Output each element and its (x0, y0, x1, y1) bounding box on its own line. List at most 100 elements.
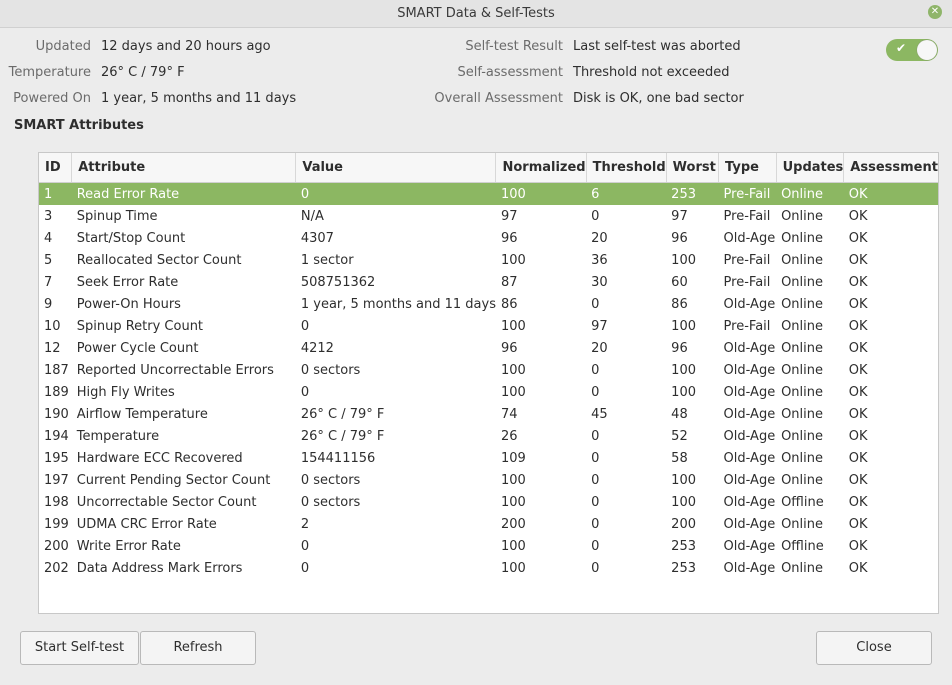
cell-id: 7 (44, 274, 53, 290)
close-window-icon[interactable]: ✕ (928, 5, 942, 19)
cell-attribute: Seek Error Rate (76, 274, 179, 290)
column-header-threshold[interactable]: Threshold (586, 153, 667, 183)
self-test-result-label: Self-test Result (465, 39, 563, 54)
cell-assessment: OK (848, 384, 868, 400)
cell-assessment: OK (848, 362, 868, 378)
smart-enabled-toggle[interactable]: ✔ (886, 39, 938, 61)
column-header-value[interactable]: Value (295, 153, 497, 183)
cell-type: Old-Age (723, 340, 776, 356)
cell-updates: Online (781, 472, 824, 488)
table-row[interactable]: 194 Temperature 26° C / 79° F 26 0 52 Old-Age O… (39, 425, 938, 447)
cell-worst: 100 (671, 494, 696, 510)
cell-worst: 48 (671, 406, 688, 422)
column-header-normalized[interactable]: Normalized (495, 153, 587, 183)
cell-attribute: Start/Stop Count (76, 230, 186, 246)
table-row[interactable]: 4 Start/Stop Count 4307 96 20 96 Old-Age Online… (39, 227, 938, 249)
cell-normalized: 96 (500, 340, 518, 356)
column-header-id[interactable]: ID (39, 153, 73, 183)
table-row[interactable]: 197 Current Pending Sector Count 0 sectors… (39, 469, 938, 491)
cell-assessment: OK (848, 406, 868, 422)
table-row[interactable]: 12 Power Cycle Count 4212 96 20 96 Old-Age Onli… (39, 337, 938, 359)
updated-label: Updated (35, 39, 91, 54)
table-row[interactable]: 10 Spinup Retry Count 0 100 97 100 Pre-Fail Onl… (39, 315, 938, 337)
check-icon: ✔ (896, 41, 907, 55)
cell-threshold: 30 (591, 274, 608, 290)
table-row[interactable]: 1 Read Error Rate 0 100 6 253 Pre-Fail Online OK (39, 182, 938, 205)
cell-normalized: 86 (500, 296, 518, 312)
smart-attributes-table[interactable]: ID Attribute Value Normalized Threshold … (38, 152, 939, 614)
powered-on-label: Powered On (13, 91, 91, 106)
cell-type: Old-Age (723, 450, 776, 466)
table-row[interactable]: 187 Reported Uncorrectable Errors 0 sector… (39, 359, 938, 381)
table-row[interactable]: 202 Data Address Mark Errors 0 100 0 253 Old-A… (39, 557, 938, 579)
cell-value: N/A (300, 208, 324, 224)
cell-id: 187 (44, 362, 69, 378)
cell-id: 195 (44, 450, 69, 466)
cell-normalized: 100 (500, 472, 526, 488)
cell-updates: Online (781, 362, 824, 378)
column-header-attribute[interactable]: Attribute (71, 153, 297, 183)
cell-value: 1 sector (300, 252, 354, 268)
cell-updates: Online (781, 252, 824, 268)
cell-threshold: 97 (591, 318, 608, 334)
cell-normalized: 100 (500, 362, 526, 378)
cell-id: 200 (44, 538, 69, 554)
cell-type: Old-Age (723, 406, 776, 422)
cell-id: 189 (44, 384, 69, 400)
table-row[interactable]: 5 Reallocated Sector Count 1 sector 100 36 10… (39, 249, 938, 271)
refresh-button[interactable]: Refresh (140, 631, 256, 665)
column-header-assessment[interactable]: Assessment (843, 153, 938, 183)
table-row[interactable]: 199 UDMA CRC Error Rate 2 200 0 200 Old-Age Onl… (39, 513, 938, 535)
column-header-type[interactable]: Type (718, 153, 777, 183)
cell-assessment: OK (848, 318, 868, 334)
table-row[interactable]: 3 Spinup Time N/A 97 0 97 Pre-Fail Online OK (39, 205, 938, 227)
table-row[interactable]: 9 Power-On Hours 1 year, 5 months and 11 d… (39, 293, 938, 315)
cell-attribute: Uncorrectable Sector Count (76, 494, 257, 510)
cell-value: 0 sectors (300, 362, 361, 378)
cell-attribute: Spinup Retry Count (76, 318, 204, 334)
cell-value: 0 (300, 318, 310, 334)
cell-normalized: 200 (500, 516, 526, 532)
cell-threshold: 0 (591, 208, 600, 224)
table-row[interactable]: 7 Seek Error Rate 508751362 87 30 60 Pre-Fail O… (39, 271, 938, 293)
cell-type: Old-Age (723, 230, 776, 246)
close-button[interactable]: Close (816, 631, 932, 665)
cell-type: Pre-Fail (723, 252, 771, 268)
column-header-worst[interactable]: Worst (666, 153, 720, 183)
cell-updates: Online (781, 340, 824, 356)
cell-threshold: 0 (591, 472, 600, 488)
self-test-result-value: Last self-test was aborted (573, 39, 741, 54)
cell-id: 199 (44, 516, 69, 532)
cell-type: Old-Age (723, 538, 776, 554)
cell-assessment: OK (848, 472, 868, 488)
cell-worst: 86 (671, 296, 688, 312)
table-row[interactable]: 198 Uncorrectable Sector Count 0 sectors 10… (39, 491, 938, 513)
cell-updates: Online (781, 274, 824, 290)
cell-worst: 60 (671, 274, 688, 290)
cell-assessment: OK (848, 450, 868, 466)
cell-normalized: 87 (500, 274, 518, 290)
cell-updates: Online (781, 560, 824, 576)
cell-attribute: Write Error Rate (76, 538, 181, 554)
table-row[interactable]: 195 Hardware ECC Recovered 154411156 109 0 58… (39, 447, 938, 469)
column-header-updates[interactable]: Updates (776, 153, 845, 183)
cell-id: 5 (44, 252, 53, 268)
cell-worst: 58 (671, 450, 688, 466)
cell-assessment: OK (848, 340, 868, 356)
cell-normalized: 100 (500, 318, 526, 334)
cell-worst: 100 (671, 252, 696, 268)
start-self-test-button[interactable]: Start Self-test (20, 631, 139, 665)
cell-value: 2 (300, 516, 310, 532)
cell-normalized: 100 (500, 494, 526, 510)
cell-id: 4 (44, 230, 53, 246)
cell-worst: 253 (666, 182, 719, 205)
overall-assessment-value: Disk is OK, one bad sector (573, 91, 744, 106)
cell-updates: Offline (781, 494, 824, 510)
table-row[interactable]: 200 Write Error Rate 0 100 0 253 Old-Age Offlin… (39, 535, 938, 557)
table-row[interactable]: 190 Airflow Temperature 26° C / 79° F 74 45 4… (39, 403, 938, 425)
table-row[interactable]: 189 High Fly Writes 0 100 0 100 Old-Age Online O… (39, 381, 938, 403)
cell-normalized: 100 (500, 384, 526, 400)
cell-attribute: Hardware ECC Recovered (76, 450, 243, 466)
cell-normalized: 100 (500, 538, 526, 554)
cell-attribute: Read Error Rate (71, 182, 296, 205)
